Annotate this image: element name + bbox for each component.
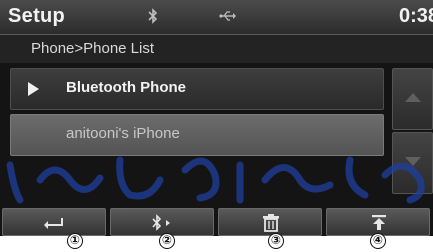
move-to-top-button[interactable] <box>326 208 430 236</box>
breadcrumb-bar: Phone>Phone List <box>0 35 433 63</box>
callout-4: ④ <box>370 233 386 249</box>
back-button[interactable] <box>2 208 106 236</box>
bluetooth-connect-button[interactable] <box>110 208 214 236</box>
head-unit-screen: Setup 0:38 Phone>Phone List Bluetooth Ph… <box>0 0 433 236</box>
breadcrumb: Phone>Phone List <box>31 40 155 57</box>
scroll-down-button[interactable] <box>392 132 433 194</box>
scroll-down-icon <box>405 157 421 166</box>
bluetooth-icon <box>148 8 158 29</box>
list-item-bluetooth-phone[interactable]: Bluetooth Phone <box>10 68 384 110</box>
clock: 0:38 <box>398 5 433 27</box>
list-item-label: Bluetooth Phone <box>66 79 186 96</box>
softkey-bar <box>0 208 433 236</box>
move-to-top-icon <box>372 215 386 230</box>
trash-icon <box>263 214 279 232</box>
delete-button[interactable] <box>218 208 322 236</box>
phone-list: Bluetooth Phone anitooni's iPhone <box>10 68 384 160</box>
list-item-label: anitooni's iPhone <box>66 125 180 142</box>
scroll-up-button[interactable] <box>392 68 433 130</box>
list-item-iphone[interactable]: anitooni's iPhone <box>10 114 384 156</box>
status-bar: Setup 0:38 <box>0 0 433 35</box>
callout-1: ① <box>67 233 83 249</box>
back-icon <box>44 218 63 229</box>
scroll-up-icon <box>405 93 421 102</box>
play-arrow-icon <box>28 82 39 96</box>
bluetooth-connect-icon <box>152 214 170 231</box>
callout-3: ③ <box>268 233 284 249</box>
screen-title: Setup <box>8 5 66 27</box>
usb-icon <box>219 9 237 28</box>
callout-2: ② <box>159 233 175 249</box>
